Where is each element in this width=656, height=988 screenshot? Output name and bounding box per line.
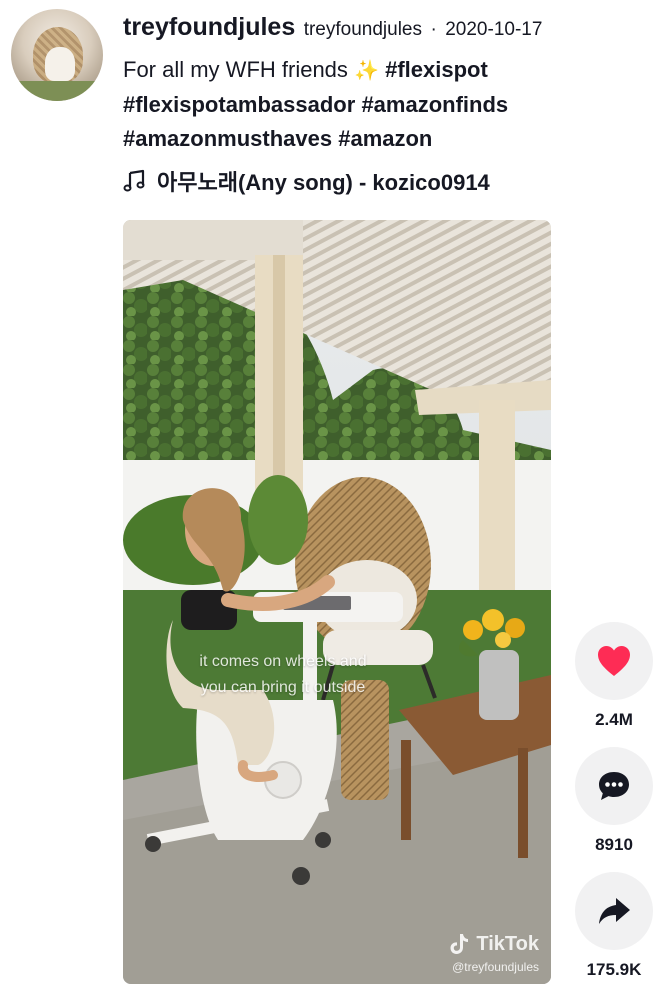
avatar-photo-ground [11,81,103,101]
caption-text: For all my WFH friends [123,57,348,82]
share-button[interactable] [575,872,653,950]
hashtag-link[interactable]: #flexispotambassador [123,92,355,117]
like-action: 2.4M [575,622,653,730]
tiktok-watermark: TikTok @treyfoundjules [448,932,539,974]
share-action: 175.9K [575,872,653,980]
comment-button[interactable] [575,747,653,825]
tiktok-logo-icon [450,934,469,954]
watermark-handle: @treyfoundjules [452,960,539,974]
header-separator: · [430,19,437,40]
music-title: 아무노래(Any song) - kozico0914 [157,170,490,195]
overlay-line-1: it comes on wheels and [199,653,367,670]
heart-icon [598,646,630,676]
avatar-photo-person [45,47,75,81]
video-player[interactable]: it comes on wheels and you can bring it … [123,220,551,984]
like-button[interactable] [575,622,653,700]
share-arrow-icon [599,898,630,924]
share-count: 175.9K [586,960,642,979]
author-nickname[interactable]: treyfoundjules [304,19,422,40]
watermark-brand: TikTok [476,932,539,955]
music-note-icon [123,169,145,192]
author-username[interactable]: treyfoundjules [123,13,295,41]
music-link[interactable]: 아무노래(Any song) - kozico0914 [123,165,490,197]
comment-count: 8910 [595,835,633,854]
hashtag-link[interactable]: #flexispot [385,57,488,82]
video-frame-scene [123,220,551,984]
comment-bubble-icon [599,772,629,800]
post-caption: For all my WFH friends ✨ #flexispot #fle… [123,53,643,156]
post-header: treyfoundjules treyfoundjules · 2020-10-… [123,13,542,42]
overlay-line-2: you can bring it outside [200,679,366,696]
hashtag-link[interactable]: #amazonmusthaves [123,126,332,151]
video-caption-overlay: it comes on wheels and you can bring it … [163,649,403,701]
sparkles-icon: ✨ [354,60,379,82]
post-date: 2020-10-17 [445,19,543,40]
hashtag-link[interactable]: #amazon [338,126,432,151]
author-avatar[interactable] [11,9,103,101]
hashtag-link[interactable]: #amazonfinds [361,92,508,117]
like-count: 2.4M [595,710,633,729]
comment-action: 8910 [575,747,653,855]
